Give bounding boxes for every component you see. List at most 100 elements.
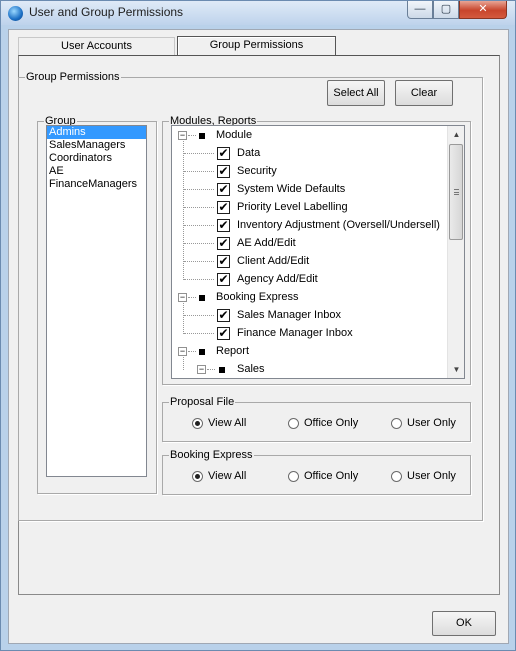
collapse-icon[interactable]: −: [178, 131, 187, 140]
group-list-item[interactable]: Admins: [47, 126, 146, 139]
tree-scrollbar[interactable]: ▲ ▼: [447, 126, 464, 378]
proposal-file-legend: Proposal File: [170, 396, 235, 408]
collapse-icon[interactable]: −: [178, 293, 187, 302]
tree-connector: [188, 351, 196, 352]
permission-checkbox[interactable]: ✔: [217, 183, 230, 196]
tree-node[interactable]: ✔ AE Add/Edit: [172, 235, 448, 253]
permission-checkbox[interactable]: ✔: [217, 165, 230, 178]
permission-checkbox[interactable]: ✔: [217, 309, 230, 322]
group-list-item[interactable]: Coordinators: [47, 152, 146, 165]
node-bullet-icon: [199, 295, 205, 301]
tree-connector: [184, 333, 214, 334]
tree-node-label: Data: [237, 147, 261, 159]
tree-connector: [184, 207, 214, 208]
tree-connector: [184, 189, 214, 190]
node-bullet-icon: [199, 133, 205, 139]
permission-checkbox[interactable]: ✔: [217, 273, 230, 286]
tree-node-label: Report: [216, 345, 250, 357]
tree-connector: [184, 279, 214, 280]
tab-group-permissions[interactable]: Group Permissions: [177, 36, 336, 56]
grip-icon: [454, 189, 459, 195]
radio-label[interactable]: View All: [208, 417, 246, 430]
group-list-item[interactable]: FinanceManagers: [47, 178, 146, 191]
booking-express-legend: Booking Express: [170, 449, 253, 461]
collapse-icon[interactable]: −: [178, 347, 187, 356]
radio-user-only[interactable]: [391, 418, 402, 429]
minimize-button[interactable]: —: [407, 1, 433, 19]
radio-label[interactable]: User Only: [407, 470, 456, 483]
node-bullet-icon: [219, 367, 225, 373]
tree-connector: [184, 243, 214, 244]
node-bullet-icon: [199, 349, 205, 355]
tree-node[interactable]: ✔ Client Add/Edit: [172, 253, 448, 271]
permission-checkbox[interactable]: ✔: [217, 255, 230, 268]
radio-label[interactable]: User Only: [407, 417, 456, 430]
tree-node[interactable]: ✔ Finance Manager Inbox: [172, 325, 448, 343]
radio-office-only[interactable]: [288, 471, 299, 482]
tree-connector: [188, 135, 196, 136]
tree-node[interactable]: ✔ Sales Manager Inbox: [172, 307, 448, 325]
tree-node-label: Finance Manager Inbox: [237, 327, 353, 339]
radio-view-all[interactable]: [192, 471, 203, 482]
ok-button[interactable]: OK: [432, 611, 496, 636]
maximize-button[interactable]: ▢: [433, 1, 459, 19]
tree-node[interactable]: − Report: [172, 343, 448, 361]
tree-node[interactable]: ✔ Inventory Adjustment (Oversell/Undersel…: [172, 217, 448, 235]
radio-label[interactable]: View All: [208, 470, 246, 483]
tree-node[interactable]: ✔ Security: [172, 163, 448, 181]
group-listbox[interactable]: Admins SalesManagers Coordinators AE Finance…: [46, 125, 147, 477]
radio-user-only[interactable]: [391, 471, 402, 482]
tree-connector: [184, 171, 214, 172]
tree-node[interactable]: ✔ Agency Add/Edit: [172, 271, 448, 289]
group-permissions-legend: Group Permissions: [26, 71, 120, 83]
group-list-item[interactable]: SalesManagers: [47, 139, 146, 152]
permission-checkbox[interactable]: ✔: [217, 147, 230, 160]
tree-node-label: Inventory Adjustment (Oversell/Undersell…: [237, 219, 440, 231]
tree-node-label: Sales: [237, 363, 265, 375]
modules-tree[interactable]: − Module ✔ Data ✔ Security ✔ System Wide Defaul…: [171, 125, 465, 379]
tree-node-label: Booking Express: [216, 291, 299, 303]
tree-connector: [188, 297, 196, 298]
tree-node-label: Priority Level Labelling: [237, 201, 348, 213]
scroll-thumb[interactable]: [449, 144, 463, 240]
tree-connector: [207, 369, 215, 370]
tree-node[interactable]: − Booking Express: [172, 289, 448, 307]
tree-node[interactable]: ✔ Data: [172, 145, 448, 163]
tree-guide-line: [183, 303, 184, 334]
permission-checkbox[interactable]: ✔: [217, 327, 230, 340]
permission-checkbox[interactable]: ✔: [217, 237, 230, 250]
tree-node[interactable]: − Module: [172, 127, 448, 145]
tree-node-label: AE Add/Edit: [237, 237, 296, 249]
permission-checkbox[interactable]: ✔: [217, 219, 230, 232]
scroll-up-icon[interactable]: ▲: [448, 126, 465, 143]
tree-node-label: System Wide Defaults: [237, 183, 346, 195]
tree-guide-line: [183, 357, 184, 370]
app-globe-icon: [8, 6, 23, 21]
permission-checkbox[interactable]: ✔: [217, 201, 230, 214]
tree-node-label: Client Add/Edit: [237, 255, 310, 267]
tree-node[interactable]: ✔ System Wide Defaults: [172, 181, 448, 199]
window-title: User and Group Permissions: [29, 5, 184, 19]
tab-user-accounts[interactable]: User Accounts: [18, 37, 175, 55]
clear-button[interactable]: Clear: [395, 80, 453, 106]
tree-guide-line: [183, 141, 184, 280]
select-all-button[interactable]: Select All: [327, 80, 385, 106]
radio-view-all[interactable]: [192, 418, 203, 429]
close-button[interactable]: ✕: [459, 1, 507, 19]
tree-node-label: Module: [216, 129, 253, 141]
radio-label[interactable]: Office Only: [304, 417, 358, 430]
tree-node[interactable]: ✔ Priority Level Labelling: [172, 199, 448, 217]
group-list-item[interactable]: AE: [47, 165, 146, 178]
tree-connector: [184, 315, 214, 316]
title-bar[interactable]: User and Group Permissions — ▢ ✕: [1, 1, 515, 25]
tree-node[interactable]: − Sales: [172, 361, 448, 378]
collapse-icon[interactable]: −: [197, 365, 206, 374]
radio-office-only[interactable]: [288, 418, 299, 429]
scroll-down-icon[interactable]: ▼: [448, 361, 465, 378]
permissions-window: User and Group Permissions — ▢ ✕ User Ac…: [0, 0, 516, 651]
tree-node-label: Agency Add/Edit: [237, 273, 318, 285]
tree-node-label: Sales Manager Inbox: [237, 309, 341, 321]
radio-label[interactable]: Office Only: [304, 470, 358, 483]
tree-connector: [184, 153, 214, 154]
tree-node-label: Security: [237, 165, 277, 177]
